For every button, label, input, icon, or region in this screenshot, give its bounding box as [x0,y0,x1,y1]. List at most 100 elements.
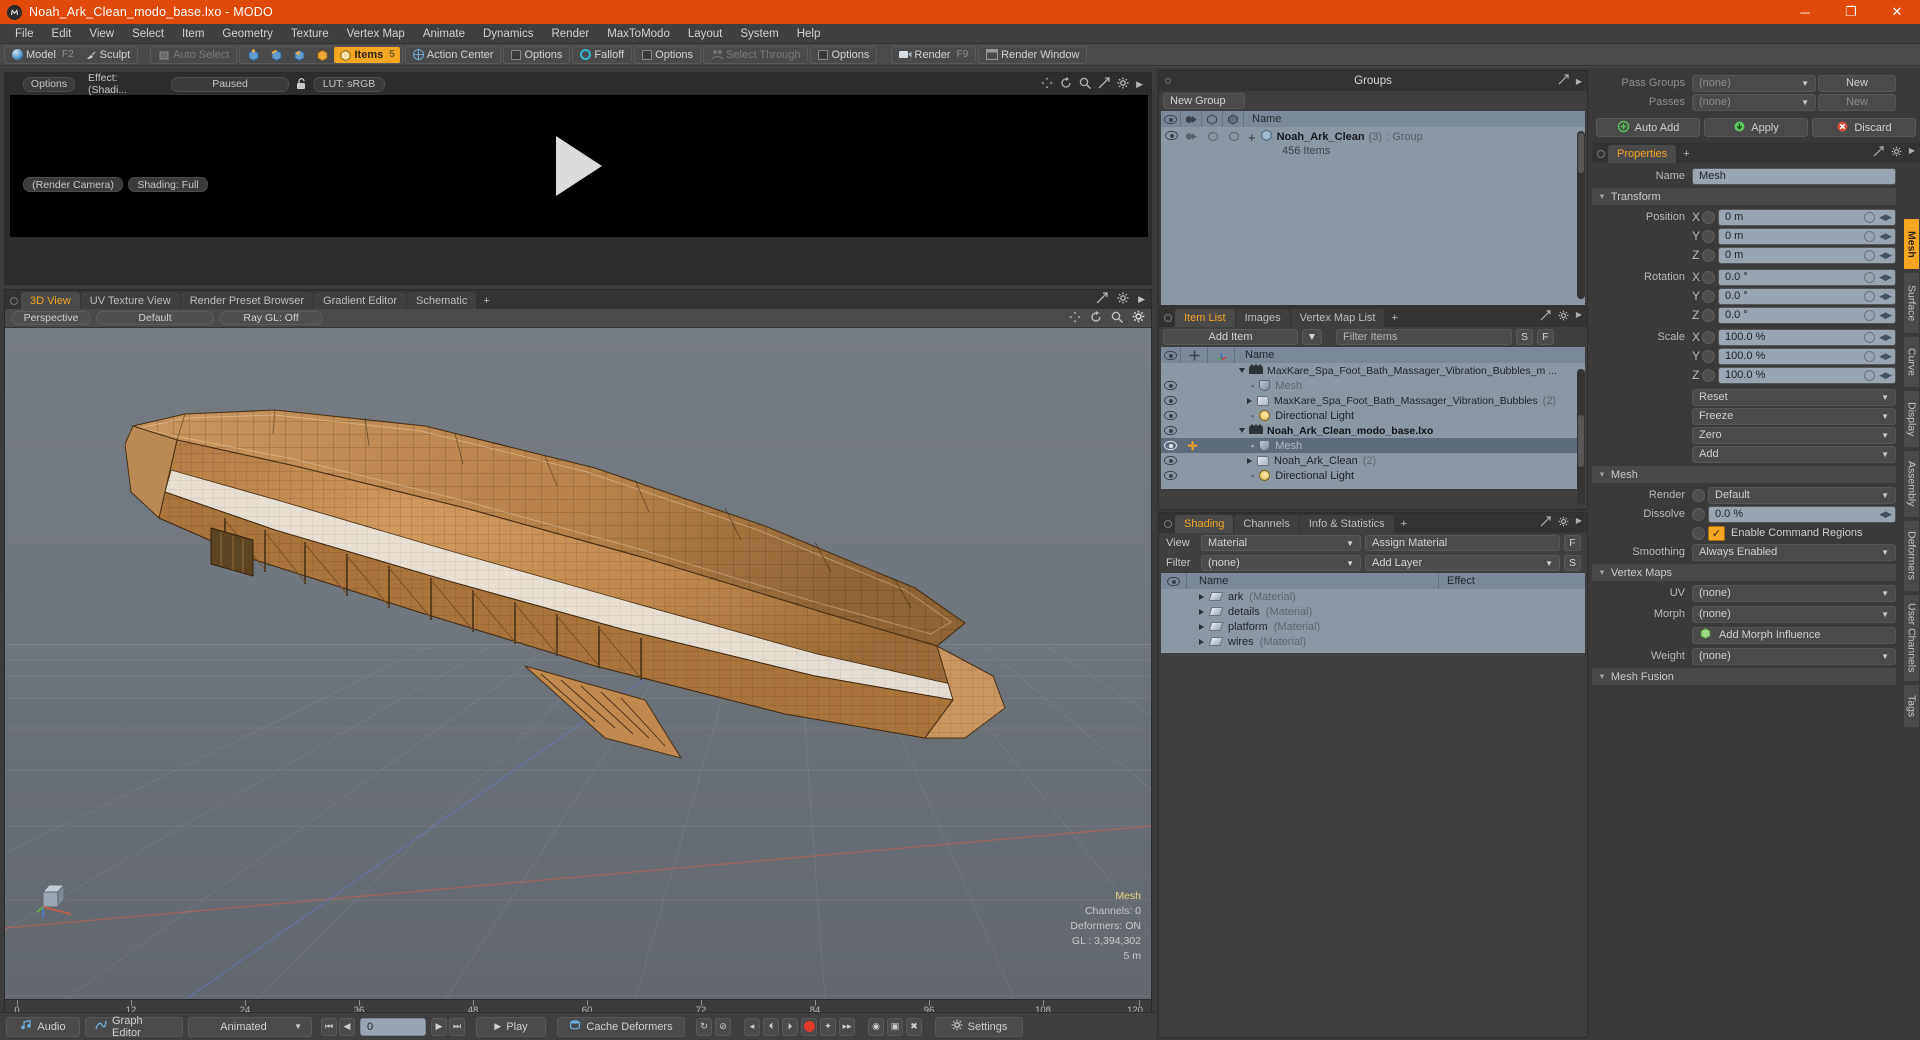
panel-handle-icon[interactable] [1165,78,1171,84]
menu-item-animate[interactable]: Animate [414,24,474,44]
shade-toggle-icon[interactable] [1223,129,1244,141]
menu-item-select[interactable]: Select [123,24,173,44]
position-z-input[interactable]: 0 m ◀▶ [1718,246,1896,264]
animated-dropdown[interactable]: Animated ▼ [188,1016,312,1037]
eye-icon[interactable] [1163,426,1177,435]
tab-shading[interactable]: Shading [1175,515,1234,533]
settings-button[interactable]: Settings [935,1016,1023,1037]
morph-dropdown[interactable]: (none) ▼ [1692,605,1896,623]
item-list-row[interactable]: Noah_Ark_Clean (2) [1161,453,1585,468]
shading-mode-dropdown[interactable]: Shading: Full [128,177,208,192]
play-button[interactable]: ▶ Play [476,1016,546,1037]
swatch-icon[interactable]: ▣ [887,1017,903,1036]
tab-images[interactable]: Images [1235,309,1290,327]
add-item-dropdown-button[interactable]: ▼ [1302,329,1322,345]
ark-3d-model[interactable] [125,408,1025,838]
clear-color-icon[interactable]: ✖ [906,1017,922,1036]
loop-icon[interactable]: ↻ [696,1017,712,1036]
filter-s-button[interactable]: S [1516,329,1533,345]
select-through-button[interactable]: Select Through [706,47,805,63]
eye-icon[interactable] [1163,381,1177,390]
render-status-button[interactable]: Paused [171,76,289,92]
model-mode-button[interactable]: Model F2 [7,47,79,63]
menu-item-view[interactable]: View [80,24,123,44]
no-loop-icon[interactable]: ⊘ [715,1017,731,1036]
panel-menu-icon[interactable]: ▶ [1136,79,1143,90]
gear-icon[interactable] [1132,310,1145,326]
rotation-x-input[interactable]: 0.0 ° ◀▶ [1718,268,1896,286]
viewport-style-dropdown[interactable]: Default [96,311,214,325]
side-tab-display[interactable]: Display [1903,390,1920,448]
rotate-view-icon[interactable] [1060,76,1072,92]
panel-menu-icon[interactable]: ▶ [1576,516,1582,530]
pass-groups-new-button[interactable]: New [1818,74,1896,92]
smoothing-dropdown[interactable]: Always Enabled ▼ [1692,543,1896,561]
mesh-section-header[interactable]: ▼ Mesh [1592,466,1896,483]
side-tab-user-channels[interactable]: User Channels [1903,594,1920,682]
gear-icon[interactable] [1891,146,1902,160]
item-list-row[interactable]: ▪ Directional Light [1161,408,1585,423]
material-row[interactable]: wires (Material) [1161,634,1585,649]
position-x-input[interactable]: 0 m ◀▶ [1718,208,1896,226]
render-dropdown[interactable]: Default ▼ [1708,486,1896,504]
tab-uv-texture-view[interactable]: UV Texture View [80,292,180,309]
eye-icon[interactable] [1163,411,1177,420]
scale-x-channel-button[interactable] [1702,330,1715,344]
render-button[interactable]: Render F9 [894,47,973,63]
panel-menu-icon[interactable]: ▶ [1909,146,1915,160]
set-key-button[interactable]: ✦ [820,1017,836,1036]
previous-frame-button[interactable]: ◀ [339,1017,355,1036]
expand-group-icon[interactable]: + [1248,130,1256,145]
viewport-3d-canvas[interactable]: Mesh Channels: 0 Deformers: ON GL : 3,39… [5,328,1151,1000]
scale-y-channel-button[interactable] [1702,349,1715,363]
expand-panel-icon[interactable] [1540,516,1551,530]
rotate-view-icon[interactable] [1090,310,1102,326]
scale-x-input[interactable]: 100.0 % ◀▶ [1718,328,1896,346]
rotation-z-channel-button[interactable] [1702,308,1715,322]
render-camera-dropdown[interactable]: (Render Camera) [23,177,123,192]
tab-schematic[interactable]: Schematic [407,292,477,309]
item-list-row-selected[interactable]: ✛ ▪ Mesh [1161,438,1585,453]
gear-icon[interactable] [1117,292,1129,307]
expand-view-icon[interactable] [1098,76,1110,92]
panel-menu-icon[interactable]: ▶ [1576,77,1582,86]
go-to-end-button[interactable]: ⏭ [449,1017,465,1036]
menu-item-dynamics[interactable]: Dynamics [474,24,542,44]
expand-icon[interactable] [1199,608,1204,615]
zoom-view-icon[interactable] [1111,311,1123,326]
menu-item-system[interactable]: System [731,24,787,44]
filter-f-button[interactable]: F [1537,329,1554,345]
add-item-button[interactable]: Add Item [1163,329,1298,345]
select-through-options-button[interactable]: Options [813,47,874,63]
passes-dropdown[interactable]: (none) ▼ [1692,93,1816,111]
tab-vertex-map-list[interactable]: Vertex Map List [1290,309,1385,327]
add-item-list-tab-button[interactable]: + [1385,309,1403,327]
view-dropdown[interactable]: Material ▼ [1201,535,1361,551]
cache-deformers-button[interactable]: Cache Deformers [557,1016,685,1037]
vertex-maps-section-header[interactable]: ▼ Vertex Maps [1592,564,1896,581]
eye-icon[interactable] [1164,131,1178,140]
menu-item-layout[interactable]: Layout [679,24,732,44]
expand-icon[interactable] [1199,638,1204,645]
auto-add-button[interactable]: Auto Add [1596,118,1700,137]
item-list-row[interactable]: ▪ Directional Light [1161,468,1585,483]
item-list-row[interactable]: ▪ Mesh [1161,378,1585,393]
sculpt-mode-button[interactable]: Sculpt [80,47,136,63]
reset-dropdown[interactable]: Reset ▼ [1692,388,1896,406]
maximize-button[interactable]: ❐ [1828,0,1874,24]
add-viewport-tab-button[interactable]: + [477,292,495,309]
assign-material-button[interactable]: Assign Material [1365,535,1560,551]
tab-properties[interactable]: Properties [1608,145,1677,163]
play-overlay-icon[interactable] [556,136,602,196]
render-window-button[interactable]: Render Window [981,47,1084,63]
position-y-input[interactable]: 0 m ◀▶ [1718,227,1896,245]
falloff-options-button[interactable]: Options [637,47,698,63]
uv-dropdown[interactable]: (none) ▼ [1692,584,1896,602]
expand-icon[interactable] [1247,457,1252,464]
lut-button[interactable]: LUT: sRGB [313,76,385,92]
add-dropdown[interactable]: Add ▼ [1692,445,1896,463]
eye-icon[interactable] [1163,471,1177,480]
previous-key-button[interactable]: ◂ [744,1017,760,1036]
shading-f-button[interactable]: F [1564,535,1581,551]
auto-select-button[interactable]: Auto Select [153,47,234,63]
